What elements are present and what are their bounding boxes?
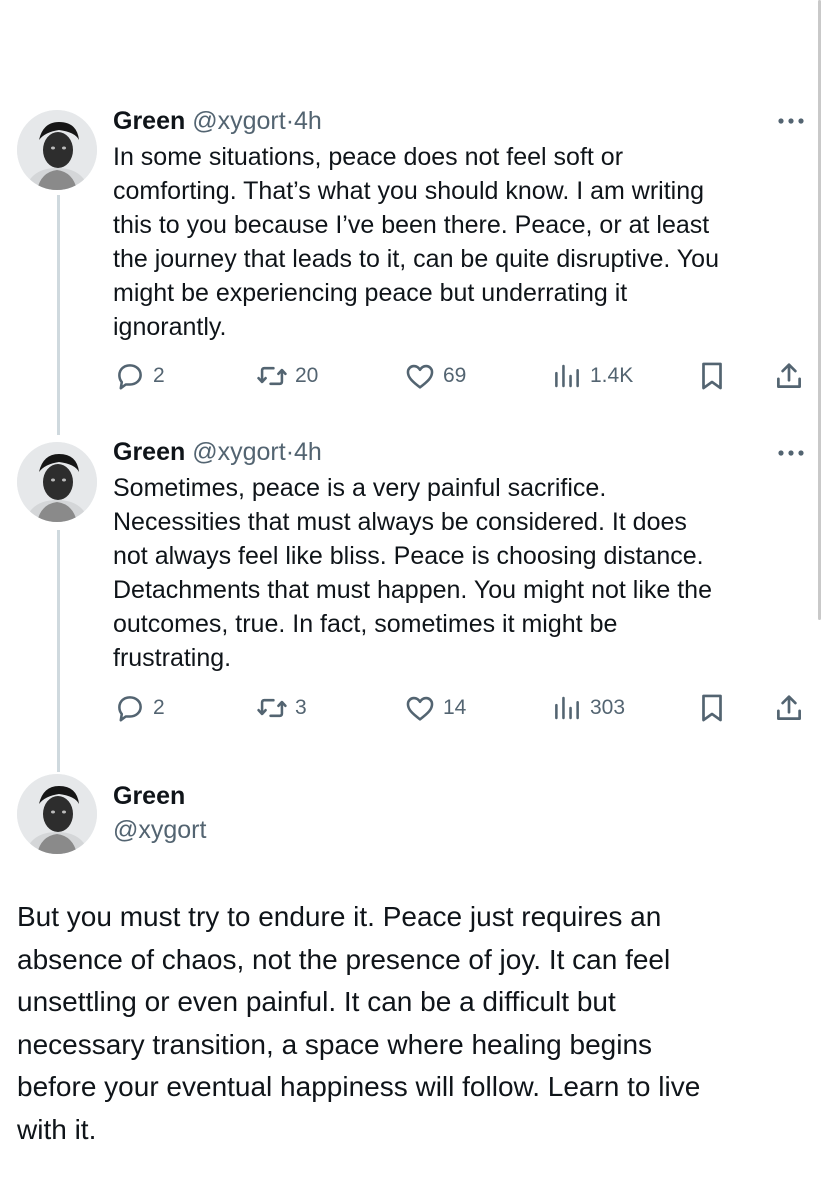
author-name[interactable]: Green <box>113 107 185 135</box>
tweet-text-line: absence of chaos, not the presence of jo… <box>17 943 671 975</box>
main-tweet-text: But you must try to endure it. Peace jus… <box>17 896 807 1151</box>
tweet-text-line: comforting. That’s what you should know.… <box>113 177 705 205</box>
avatar[interactable] <box>17 774 97 854</box>
bookmark-button[interactable] <box>695 690 729 726</box>
tweet-text-line: outcomes, true. In fact, sometimes it mi… <box>113 610 618 638</box>
avatar-photo <box>17 110 97 190</box>
author-handle[interactable]: @xygort <box>113 814 206 846</box>
tweet-text-line: before your eventual happiness will foll… <box>17 1071 701 1102</box>
tweet-text-line: the journey that leads to it, can be qui… <box>113 245 719 273</box>
separator: · <box>285 107 295 135</box>
scrollbar-thumb[interactable] <box>818 0 821 620</box>
author-handle[interactable]: @xygort <box>192 107 285 135</box>
tweet-text-line: In some situations, peace does not feel … <box>113 143 624 171</box>
views-button[interactable]: 1.4K <box>550 358 633 394</box>
like-button[interactable]: 69 <box>403 358 466 394</box>
author-name[interactable]: Green <box>113 780 185 812</box>
avatar-photo <box>17 774 97 854</box>
tweet-text-line: But you must try to endure it. Peace jus… <box>17 901 662 932</box>
like-button[interactable]: 14 <box>403 690 466 726</box>
views-icon <box>550 691 584 725</box>
more-horizontal-icon[interactable] <box>776 114 806 128</box>
avatar-photo <box>17 442 97 522</box>
tweet-text-line: Sometimes, peace is a very painful sacri… <box>113 474 607 502</box>
action-bar: 2 20 69 1.4K <box>113 358 813 394</box>
reply-button[interactable]: 2 <box>113 358 165 394</box>
timestamp[interactable]: 4h <box>294 107 322 135</box>
tweet-header: Green @xygort·4h <box>113 437 322 467</box>
views-button[interactable]: 303 <box>550 690 625 726</box>
reply-icon <box>113 691 147 725</box>
views-count: 303 <box>590 696 626 719</box>
scrollbar[interactable] <box>818 0 821 620</box>
tweet-text-line: this to you because I’ve been there. Pea… <box>113 211 710 239</box>
reply-count: 2 <box>153 364 165 387</box>
like-icon <box>403 691 437 725</box>
bookmark-button[interactable] <box>695 358 729 394</box>
separator: · <box>285 438 295 466</box>
repost-count: 20 <box>295 364 319 387</box>
repost-icon <box>255 359 289 393</box>
share-icon <box>772 359 806 393</box>
repost-icon <box>255 691 289 725</box>
tweet-text-line: ignorantly. <box>113 313 227 341</box>
more-horizontal-icon[interactable] <box>776 446 806 460</box>
tweet-text-line: necessary transition, a space where heal… <box>17 1028 653 1060</box>
timestamp[interactable]: 4h <box>294 438 322 466</box>
views-icon <box>550 359 584 393</box>
reply-button[interactable]: 2 <box>113 690 165 726</box>
repost-count: 3 <box>295 696 307 719</box>
tweet-text-line: with it. <box>17 1113 97 1145</box>
like-count: 69 <box>443 364 467 387</box>
tweet-text-line: not always feel like bliss. Peace is cho… <box>113 542 704 570</box>
tweet-text-line: frustrating. <box>113 644 232 672</box>
like-count: 14 <box>443 696 467 719</box>
repost-button[interactable]: 20 <box>255 358 318 394</box>
reply-count: 2 <box>153 696 165 719</box>
like-icon <box>403 359 437 393</box>
avatar[interactable] <box>17 110 97 190</box>
avatar[interactable] <box>17 442 97 522</box>
tweet-text-line: might be experiencing peace but underrat… <box>113 279 628 307</box>
tweet-text: In some situations, peace does not feel … <box>113 140 803 344</box>
bookmark-icon <box>695 359 729 393</box>
reply-icon <box>113 359 147 393</box>
share-button[interactable] <box>772 690 806 726</box>
tweet-text-line: unsettling or even painful. It can be a … <box>17 986 616 1017</box>
thread-line <box>57 530 60 772</box>
thread-line <box>57 195 60 435</box>
share-icon <box>772 691 806 725</box>
tweet-text-line: Necessities that must always be consider… <box>113 508 687 536</box>
tweet-text: Sometimes, peace is a very painful sacri… <box>113 471 803 675</box>
share-button[interactable] <box>772 358 806 394</box>
repost-button[interactable]: 3 <box>255 690 307 726</box>
tweet-text-line: Detachments that must happen. You might … <box>113 576 712 604</box>
author-name[interactable]: Green <box>113 438 185 466</box>
views-count: 1.4K <box>590 364 634 387</box>
action-bar: 2 3 14 303 <box>113 690 813 726</box>
author-handle[interactable]: @xygort <box>192 438 285 466</box>
tweet-header: Green @xygort·4h <box>113 106 322 136</box>
bookmark-icon <box>695 691 729 725</box>
